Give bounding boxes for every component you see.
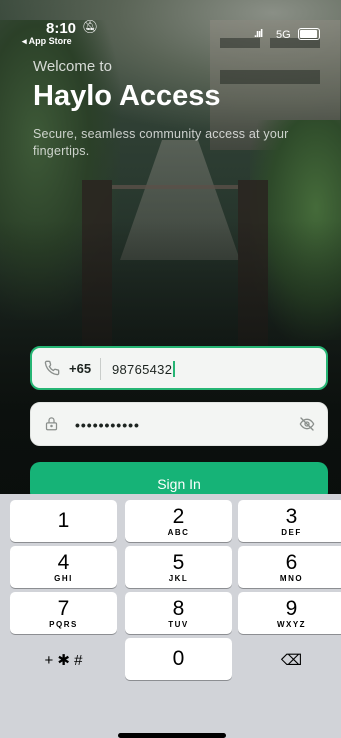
key-letters: GHI xyxy=(54,574,73,583)
welcome-text: Welcome to xyxy=(33,58,112,75)
key-2[interactable]: 2 ABC xyxy=(125,500,232,542)
key-digit: + ✱ # xyxy=(44,652,83,669)
app-title: Haylo Access xyxy=(33,80,221,112)
key-0[interactable]: 0 xyxy=(125,638,232,680)
key-digit: 7 xyxy=(57,597,70,620)
key-4[interactable]: 4 GHI xyxy=(10,546,117,588)
signal-icon: .ııl xyxy=(254,28,263,40)
password-input-field[interactable]: ••••••••••• xyxy=(30,402,328,446)
battery-icon xyxy=(298,28,320,40)
key-digit: 9 xyxy=(285,597,298,620)
phone-icon xyxy=(44,360,60,379)
phone-number-value[interactable]: 98765432 xyxy=(112,361,175,377)
key-9[interactable]: 9 WXYZ xyxy=(238,592,341,634)
eye-off-icon[interactable] xyxy=(299,416,315,432)
status-time: 8:10 xyxy=(46,20,77,37)
status-bar: 8:10 🔕︎ ◂ App Store .ııl 5G xyxy=(0,0,341,47)
key-letters: ABC xyxy=(167,528,190,537)
country-code-selector[interactable]: +65 xyxy=(69,361,91,376)
key-letters: PQRS xyxy=(49,620,78,629)
key-digit: 0 xyxy=(172,647,185,670)
key-8[interactable]: 8 TUV xyxy=(125,592,232,634)
key-1[interactable]: 1 xyxy=(10,500,117,542)
password-value: ••••••••••• xyxy=(75,417,140,433)
key-letters: JKL xyxy=(168,574,189,583)
key-digit: 2 xyxy=(172,505,185,528)
key-symbols[interactable]: + ✱ # xyxy=(10,638,117,680)
key-digit: 8 xyxy=(172,597,185,620)
network-type: 5G xyxy=(276,29,291,41)
mute-bell-icon: 🔕︎ xyxy=(82,19,99,34)
field-divider xyxy=(100,358,101,380)
numeric-keyboard: 1 2 ABC 3 DEF 4 GHI 5 JKL 6 MNO 7 PQRS 8 TUV 9W… xyxy=(0,494,341,738)
key-digit: 3 xyxy=(285,505,298,528)
lock-icon xyxy=(44,416,59,434)
login-screen: 8:10 🔕︎ ◂ App Store .ııl 5G Welcome to H… xyxy=(0,0,341,738)
key-letters: TUV xyxy=(168,620,189,629)
key-letters: WXYZ xyxy=(276,620,307,629)
phone-number-text: 98765432 xyxy=(112,362,173,377)
key-letters: MNO xyxy=(279,574,304,583)
key-3[interactable]: 3 DEF xyxy=(238,500,341,542)
text-caret xyxy=(173,361,175,377)
key-6[interactable]: 6 MNO xyxy=(238,546,341,588)
key-digit: 5 xyxy=(172,551,185,574)
key-letters: DEF xyxy=(281,528,302,537)
gate-bar xyxy=(112,185,238,189)
key-digit: 1 xyxy=(57,509,70,532)
home-indicator xyxy=(118,733,226,738)
key-digit: 4 xyxy=(57,551,70,574)
phone-input-field[interactable]: +65 98765432 xyxy=(30,346,328,390)
key-digit: 6 xyxy=(285,551,298,574)
key-7[interactable]: 7 PQRS xyxy=(10,592,117,634)
backspace-key[interactable]: ⌫ xyxy=(238,638,341,680)
back-to-app-link[interactable]: ◂ App Store xyxy=(22,36,72,47)
key-5[interactable]: 5 JKL xyxy=(125,546,232,588)
app-subtitle: Secure, seamless community access at you… xyxy=(33,127,289,158)
backspace-icon: ⌫ xyxy=(280,652,303,669)
